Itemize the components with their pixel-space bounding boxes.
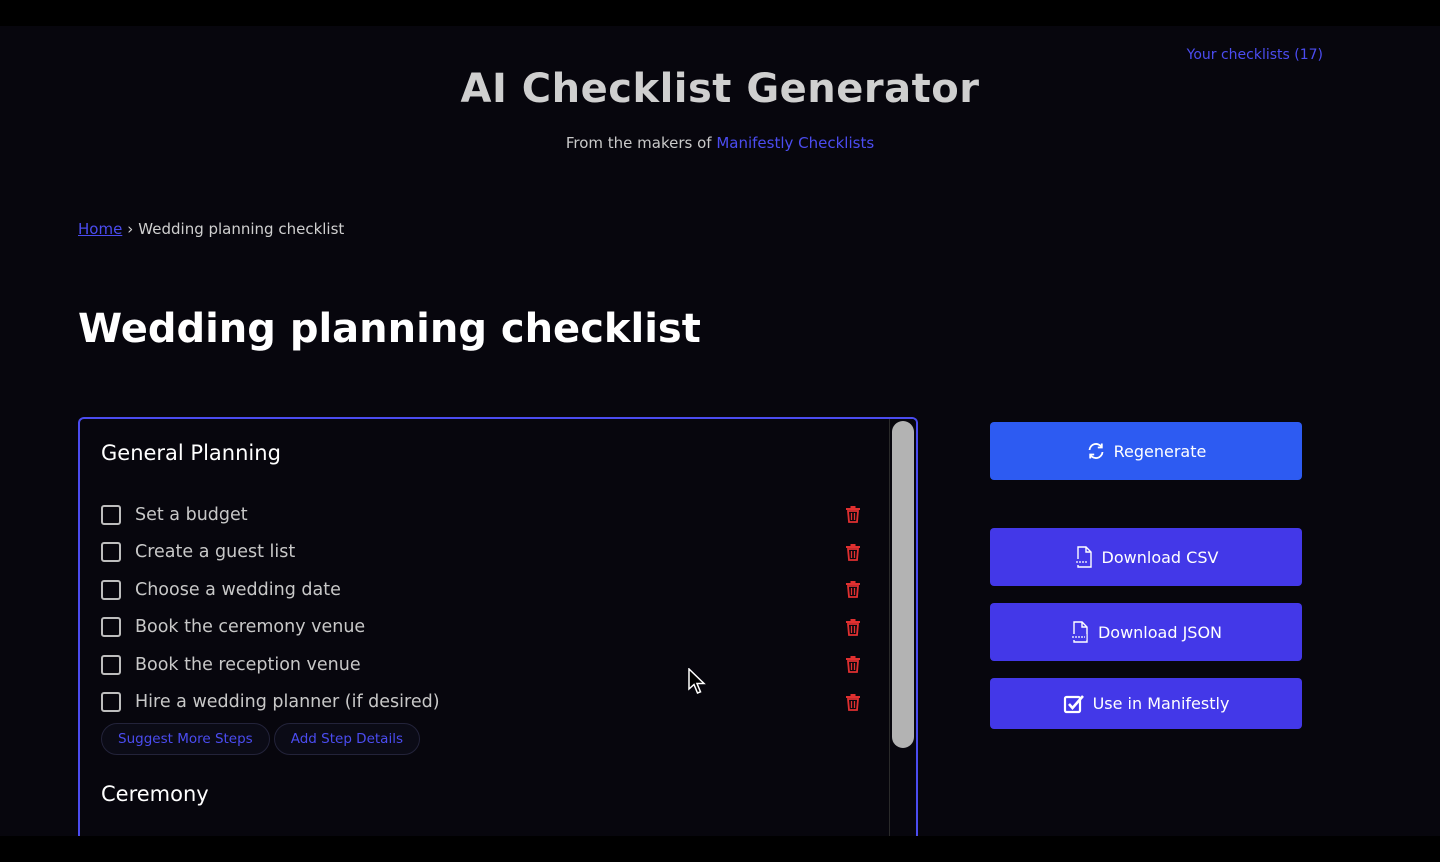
download-json-button[interactable]: Download JSON bbox=[990, 603, 1302, 661]
breadcrumb-separator: › bbox=[127, 220, 134, 238]
item-checkbox[interactable] bbox=[101, 579, 121, 600]
scrollbar-thumb[interactable] bbox=[892, 421, 914, 748]
item-checkbox[interactable] bbox=[101, 654, 121, 675]
section-actions: Suggest More Steps Add Step Details bbox=[101, 723, 420, 755]
checklist-panel[interactable]: General Planning Set a budget Create a g… bbox=[78, 417, 918, 836]
item-label: Create a guest list bbox=[135, 542, 296, 563]
item-checkbox[interactable] bbox=[101, 617, 121, 638]
mouse-cursor-icon bbox=[688, 668, 706, 694]
download-json-label: Download JSON bbox=[1097, 622, 1223, 642]
regenerate-label: Regenerate bbox=[1113, 441, 1207, 461]
item-checkbox[interactable] bbox=[101, 692, 121, 713]
list-item: Create a guest list bbox=[101, 534, 861, 572]
csv-file-icon bbox=[1074, 546, 1092, 568]
general-planning-items: Set a budget Create a guest list Choose … bbox=[101, 496, 861, 721]
trash-icon[interactable] bbox=[845, 543, 861, 561]
list-item: Hire a wedding planner (if desired) bbox=[101, 684, 861, 722]
list-item: Book the ceremony venue bbox=[101, 609, 861, 647]
item-checkbox[interactable] bbox=[101, 542, 121, 563]
checkbox-icon bbox=[1063, 694, 1084, 713]
scrollbar[interactable] bbox=[889, 419, 916, 836]
list-item: Book the reception venue bbox=[101, 646, 861, 684]
use-in-manifestly-button[interactable]: Use in Manifestly bbox=[990, 678, 1302, 729]
page: Your checklists (17) AI Checklist Genera… bbox=[0, 26, 1440, 836]
add-step-details-button[interactable]: Add Step Details bbox=[273, 723, 420, 755]
trash-icon[interactable] bbox=[845, 581, 861, 598]
refresh-icon bbox=[1088, 443, 1104, 459]
page-title: Wedding planning checklist bbox=[78, 306, 701, 352]
suggest-more-steps-button[interactable]: Suggest More Steps bbox=[101, 723, 270, 755]
list-item: Set a budget bbox=[101, 496, 861, 534]
item-label: Hire a wedding planner (if desired) bbox=[135, 692, 440, 713]
use-in-manifestly-label: Use in Manifestly bbox=[1092, 694, 1230, 713]
site-title: AI Checklist Generator bbox=[460, 66, 980, 112]
list-item: Choose a wedding date bbox=[101, 571, 861, 609]
item-checkbox[interactable] bbox=[101, 504, 121, 525]
breadcrumb-current: Wedding planning checklist bbox=[138, 220, 345, 238]
download-csv-label: Download CSV bbox=[1101, 547, 1219, 567]
trash-icon[interactable] bbox=[845, 618, 861, 636]
section-title-general-planning: General Planning bbox=[101, 441, 281, 465]
item-label: Book the reception venue bbox=[135, 654, 361, 675]
trash-icon[interactable] bbox=[845, 506, 861, 523]
subtitle-prefix: From the makers of bbox=[565, 134, 712, 152]
breadcrumb-home-link[interactable]: Home bbox=[78, 220, 122, 238]
json-file-icon bbox=[1070, 621, 1088, 643]
section-title-ceremony: Ceremony bbox=[101, 782, 209, 806]
your-checklists-link[interactable]: Your checklists (17) bbox=[1187, 47, 1323, 63]
site-subtitle: From the makers of Manifestly Checklists bbox=[0, 134, 1440, 152]
breadcrumb: Home › Wedding planning checklist bbox=[78, 220, 344, 238]
download-csv-button[interactable]: Download CSV bbox=[990, 528, 1302, 586]
manifestly-link[interactable]: Manifestly Checklists bbox=[716, 134, 874, 152]
trash-icon[interactable] bbox=[845, 693, 861, 711]
trash-icon[interactable] bbox=[845, 656, 861, 673]
item-label: Set a budget bbox=[135, 504, 248, 525]
item-label: Book the ceremony venue bbox=[135, 617, 366, 638]
item-label: Choose a wedding date bbox=[135, 579, 341, 600]
regenerate-button[interactable]: Regenerate bbox=[990, 422, 1302, 480]
